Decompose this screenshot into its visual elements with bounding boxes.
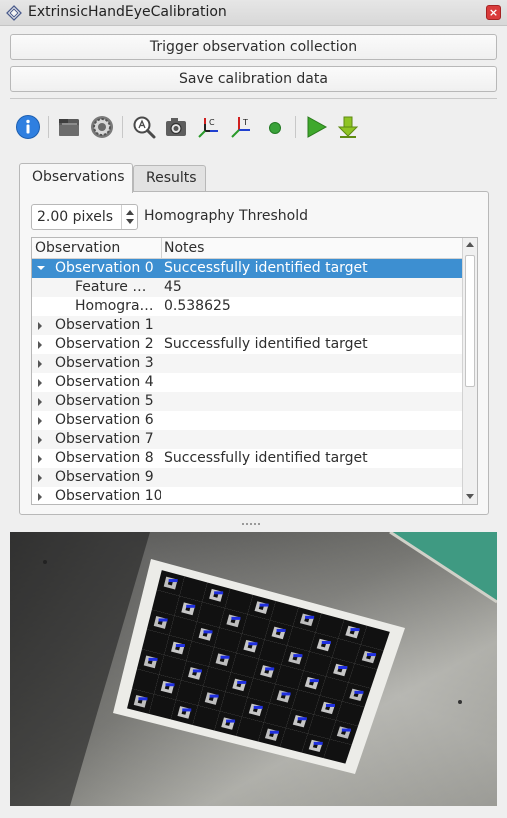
- camera-icon[interactable]: [163, 114, 189, 140]
- tree-cell-observation: Observation 0: [55, 260, 154, 276]
- tree-row-observation[interactable]: Observation 9: [32, 468, 462, 487]
- threshold-label: Homography Threshold: [144, 208, 309, 224]
- folder-icon[interactable]: [56, 114, 82, 140]
- expand-arrow-right-icon[interactable]: [38, 322, 42, 330]
- vertical-scrollbar[interactable]: [462, 238, 477, 504]
- tree-cell-observation: Homogra…: [75, 298, 154, 314]
- tree-row-observation[interactable]: Observation 2 Successfully identified tar…: [32, 335, 462, 354]
- header-notes[interactable]: Notes: [164, 240, 204, 256]
- tree-cell-observation: Feature …: [75, 279, 147, 295]
- tree-cell-observation: Observation 2: [55, 336, 154, 352]
- window-title: ExtrinsicHandEyeCalibration: [28, 4, 227, 20]
- close-button[interactable]: ×: [486, 5, 501, 20]
- header-observation[interactable]: Observation: [35, 240, 120, 256]
- zoom-icon[interactable]: [131, 114, 157, 140]
- tab-results[interactable]: Results: [133, 165, 206, 192]
- tree-row-observation[interactable]: Observation 3: [32, 354, 462, 373]
- tree-cell-notes: 45: [164, 279, 182, 295]
- tree-cell-observation: Observation 4: [55, 374, 154, 390]
- scroll-thumb[interactable]: [465, 255, 475, 387]
- status-dot-icon[interactable]: [262, 114, 288, 140]
- expand-arrow-right-icon[interactable]: [38, 436, 42, 444]
- settings-icon[interactable]: [89, 114, 115, 140]
- tree-row-observation[interactable]: Observation 1: [32, 316, 462, 335]
- scroll-up-icon[interactable]: [466, 242, 474, 247]
- expand-arrow-right-icon[interactable]: [38, 455, 42, 463]
- svg-text:C: C: [209, 118, 215, 127]
- spin-up-icon[interactable]: [126, 210, 134, 215]
- tree-cell-observation: Observation 5: [55, 393, 154, 409]
- expand-arrow-right-icon[interactable]: [38, 341, 42, 349]
- observations-tree[interactable]: Observation Notes Observation 0 Successfu…: [31, 237, 478, 505]
- toolbar-separator: [48, 116, 49, 138]
- expand-arrow-right-icon[interactable]: [38, 493, 42, 501]
- expand-arrow-right-icon[interactable]: [38, 417, 42, 425]
- expand-arrow-right-icon[interactable]: [38, 360, 42, 368]
- title-bar: ExtrinsicHandEyeCalibration ×: [0, 0, 507, 26]
- header-separator: [161, 238, 162, 259]
- tree-row-detail[interactable]: Homogra… 0.538625: [32, 297, 462, 316]
- spin-down-icon[interactable]: [126, 219, 134, 224]
- tree-rows: Observation 0 Successfully identified tar…: [32, 259, 462, 504]
- threshold-spinbox[interactable]: 2.00 pixels: [31, 204, 138, 230]
- tree-cell-observation: Observation 3: [55, 355, 154, 371]
- tree-cell-observation: Observation 9: [55, 469, 154, 485]
- tree-row-observation[interactable]: Observation 8 Successfully identified tar…: [32, 449, 462, 468]
- tree-row-observation[interactable]: Observation 7: [32, 430, 462, 449]
- separator: [10, 98, 497, 99]
- tree-row-observation[interactable]: Observation 10: [32, 487, 462, 504]
- tree-header: Observation Notes: [32, 238, 462, 259]
- tree-row-observation[interactable]: Observation 0 Successfully identified tar…: [32, 259, 462, 278]
- threshold-value[interactable]: 2.00 pixels: [37, 209, 113, 225]
- tree-row-detail[interactable]: Feature … 45: [32, 278, 462, 297]
- camera-image: [10, 532, 497, 806]
- save-calibration-button[interactable]: Save calibration data: [10, 66, 497, 92]
- tree-cell-observation: Observation 8: [55, 450, 154, 466]
- tree-row-observation[interactable]: Observation 6: [32, 411, 462, 430]
- tree-cell-observation: Observation 7: [55, 431, 154, 447]
- camera-frame-icon[interactable]: C: [196, 114, 222, 140]
- toolbar-separator: [295, 116, 296, 138]
- svg-text:T: T: [242, 118, 248, 127]
- spin-arrows[interactable]: [121, 205, 137, 229]
- observations-panel: 2.00 pixels Homography Threshold Observa…: [19, 191, 489, 515]
- tree-cell-notes: 0.538625: [164, 298, 231, 314]
- toolbar-separator: [122, 116, 123, 138]
- expand-arrow-right-icon[interactable]: [38, 379, 42, 387]
- download-icon[interactable]: [335, 114, 361, 140]
- expand-arrow-down-icon[interactable]: [37, 266, 45, 270]
- trigger-observation-button[interactable]: Trigger observation collection: [10, 34, 497, 60]
- calibration-target-photo: [10, 532, 497, 806]
- target-frame-icon[interactable]: T: [229, 114, 255, 140]
- tree-cell-observation: Observation 6: [55, 412, 154, 428]
- window-diamond-icon: [6, 5, 22, 21]
- splitter-handle[interactable]: [240, 522, 264, 526]
- tree-cell-notes: Successfully identified target: [164, 450, 368, 466]
- play-icon[interactable]: [303, 114, 329, 140]
- scroll-down-icon[interactable]: [466, 494, 474, 499]
- tree-cell-observation: Observation 10: [55, 488, 161, 504]
- tree-cell-notes: Successfully identified target: [164, 336, 368, 352]
- tab-observations[interactable]: Observations: [19, 163, 133, 193]
- info-icon[interactable]: [15, 114, 41, 140]
- expand-arrow-right-icon[interactable]: [38, 474, 42, 482]
- expand-arrow-right-icon[interactable]: [38, 398, 42, 406]
- tree-row-observation[interactable]: Observation 4: [32, 373, 462, 392]
- tree-row-observation[interactable]: Observation 5: [32, 392, 462, 411]
- toolbar: C T: [15, 112, 495, 142]
- tree-cell-notes: Successfully identified target: [164, 260, 368, 276]
- tree-cell-observation: Observation 1: [55, 317, 154, 333]
